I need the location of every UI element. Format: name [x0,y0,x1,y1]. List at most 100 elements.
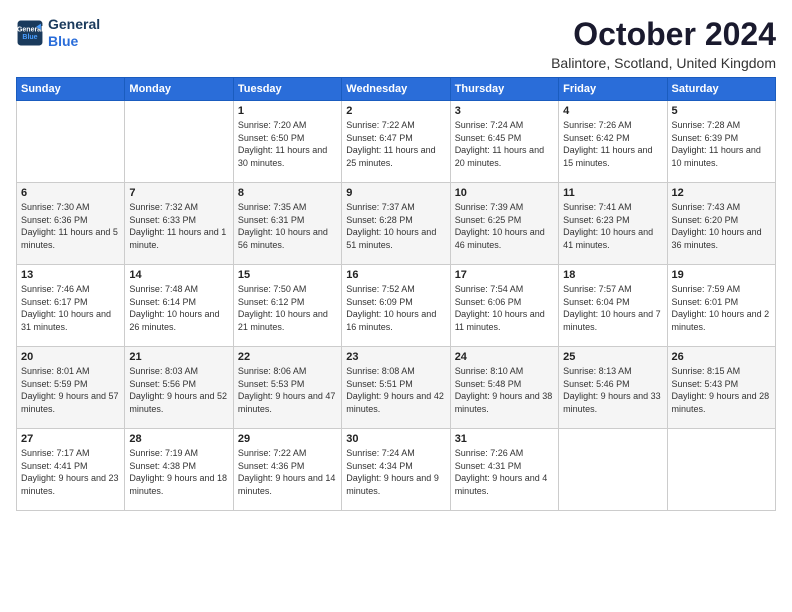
cell-content: Sunrise: 7:41 AMSunset: 6:23 PMDaylight:… [563,202,653,250]
table-row: 25 Sunrise: 8:13 AMSunset: 5:46 PMDayligh… [559,347,667,429]
cell-content: Sunrise: 7:26 AMSunset: 4:31 PMDaylight:… [455,448,548,496]
day-number: 22 [238,351,337,363]
cell-content: Sunrise: 8:01 AMSunset: 5:59 PMDaylight:… [21,366,119,414]
cell-content: Sunrise: 7:46 AMSunset: 6:17 PMDaylight:… [21,284,111,332]
cell-content: Sunrise: 7:22 AMSunset: 4:36 PMDaylight:… [238,448,336,496]
day-number: 21 [129,351,228,363]
cell-content: Sunrise: 7:59 AMSunset: 6:01 PMDaylight:… [672,284,770,332]
day-number: 27 [21,433,120,445]
table-row: 3 Sunrise: 7:24 AMSunset: 6:45 PMDaylight… [450,101,558,183]
col-wednesday: Wednesday [342,78,450,101]
day-number: 9 [346,187,445,199]
col-monday: Monday [125,78,233,101]
header: General Blue General Blue October 2024 B… [16,16,776,71]
day-number: 26 [672,351,771,363]
cell-content: Sunrise: 7:19 AMSunset: 4:38 PMDaylight:… [129,448,227,496]
svg-text:Blue: Blue [22,34,37,41]
day-number: 29 [238,433,337,445]
day-number: 5 [672,105,771,117]
day-number: 10 [455,187,554,199]
cell-content: Sunrise: 7:52 AMSunset: 6:09 PMDaylight:… [346,284,436,332]
table-row: 8Sunrise: 7:35 AMSunset: 6:31 PMDaylight… [233,183,341,265]
table-row: 27 Sunrise: 7:17 AMSunset: 4:41 PMDayligh… [17,429,125,511]
day-number: 7 [129,187,228,199]
table-row: 10 Sunrise: 7:39 AMSunset: 6:25 PMDayligh… [450,183,558,265]
table-row: 28 Sunrise: 7:19 AMSunset: 4:38 PMDayligh… [125,429,233,511]
day-number: 8 [238,187,337,199]
table-row: 6Sunrise: 7:30 AMSunset: 6:36 PMDaylight… [17,183,125,265]
table-row [559,429,667,511]
day-number: 30 [346,433,445,445]
table-row: 13 Sunrise: 7:46 AMSunset: 6:17 PMDayligh… [17,265,125,347]
day-number: 13 [21,269,120,281]
day-number: 14 [129,269,228,281]
day-number: 25 [563,351,662,363]
table-row: 12 Sunrise: 7:43 AMSunset: 6:20 PMDayligh… [667,183,775,265]
table-row: 1Sunrise: 7:20 AMSunset: 6:50 PMDaylight… [233,101,341,183]
day-number: 20 [21,351,120,363]
table-row: 20 Sunrise: 8:01 AMSunset: 5:59 PMDayligh… [17,347,125,429]
day-number: 15 [238,269,337,281]
table-row: 23Sunrise: 8:08 AMSunset: 5:51 PMDayligh… [342,347,450,429]
logo-icon: General Blue [16,19,44,47]
day-number: 16 [346,269,445,281]
cell-content: Sunrise: 7:48 AMSunset: 6:14 PMDaylight:… [129,284,219,332]
location-title: Balintore, Scotland, United Kingdom [551,55,776,71]
table-row: 14 Sunrise: 7:48 AMSunset: 6:14 PMDayligh… [125,265,233,347]
col-tuesday: Tuesday [233,78,341,101]
day-number: 28 [129,433,228,445]
table-row: 17 Sunrise: 7:54 AMSunset: 6:06 PMDayligh… [450,265,558,347]
day-number: 1 [238,105,337,117]
day-number: 12 [672,187,771,199]
col-friday: Friday [559,78,667,101]
table-row: 22Sunrise: 8:06 AMSunset: 5:53 PMDayligh… [233,347,341,429]
cell-content: Sunrise: 7:54 AMSunset: 6:06 PMDaylight:… [455,284,545,332]
day-number: 24 [455,351,554,363]
cell-content: Sunrise: 7:17 AMSunset: 4:41 PMDaylight:… [21,448,119,496]
table-row: 4 Sunrise: 7:26 AMSunset: 6:42 PMDaylight… [559,101,667,183]
title-block: October 2024 Balintore, Scotland, United… [551,16,776,71]
cell-content: Sunrise: 7:43 AMSunset: 6:20 PMDaylight:… [672,202,762,250]
table-row: 16 Sunrise: 7:52 AMSunset: 6:09 PMDayligh… [342,265,450,347]
table-row: 19 Sunrise: 7:59 AMSunset: 6:01 PMDayligh… [667,265,775,347]
table-row: 9Sunrise: 7:37 AMSunset: 6:28 PMDaylight… [342,183,450,265]
cell-content: Sunrise: 7:22 AMSunset: 6:47 PMDaylight:… [346,120,435,168]
day-number: 4 [563,105,662,117]
day-number: 6 [21,187,120,199]
cell-content: Sunrise: 7:39 AMSunset: 6:25 PMDaylight:… [455,202,545,250]
day-number: 3 [455,105,554,117]
cell-content: Sunrise: 7:50 AMSunset: 6:12 PMDaylight:… [238,284,328,332]
logo-text-general: General [48,16,100,33]
col-saturday: Saturday [667,78,775,101]
table-row: 11 Sunrise: 7:41 AMSunset: 6:23 PMDayligh… [559,183,667,265]
col-thursday: Thursday [450,78,558,101]
calendar-table: Sunday Monday Tuesday Wednesday Thursday… [16,77,776,511]
day-number: 19 [672,269,771,281]
table-row [125,101,233,183]
page: General Blue General Blue October 2024 B… [0,0,792,521]
cell-content: Sunrise: 8:15 AMSunset: 5:43 PMDaylight:… [672,366,770,414]
table-row: 24 Sunrise: 8:10 AMSunset: 5:48 PMDayligh… [450,347,558,429]
logo-text-blue: Blue [48,33,100,50]
cell-content: Sunrise: 7:24 AMSunset: 4:34 PMDaylight:… [346,448,439,496]
logo: General Blue General Blue [16,16,100,50]
table-row: 7 Sunrise: 7:32 AMSunset: 6:33 PMDaylight… [125,183,233,265]
table-row: 31Sunrise: 7:26 AMSunset: 4:31 PMDayligh… [450,429,558,511]
cell-content: Sunrise: 7:32 AMSunset: 6:33 PMDaylight:… [129,202,226,250]
cell-content: Sunrise: 7:26 AMSunset: 6:42 PMDaylight:… [563,120,652,168]
cell-content: Sunrise: 7:24 AMSunset: 6:45 PMDaylight:… [455,120,544,168]
table-row: 18 Sunrise: 7:57 AMSunset: 6:04 PMDayligh… [559,265,667,347]
table-row [17,101,125,183]
table-row: 15 Sunrise: 7:50 AMSunset: 6:12 PMDayligh… [233,265,341,347]
month-title: October 2024 [551,16,776,53]
day-number: 2 [346,105,445,117]
table-row: 21 Sunrise: 8:03 AMSunset: 5:56 PMDayligh… [125,347,233,429]
cell-content: Sunrise: 8:03 AMSunset: 5:56 PMDaylight:… [129,366,227,414]
table-row: 29 Sunrise: 7:22 AMSunset: 4:36 PMDayligh… [233,429,341,511]
day-number: 18 [563,269,662,281]
day-number: 17 [455,269,554,281]
cell-content: Sunrise: 7:57 AMSunset: 6:04 PMDaylight:… [563,284,661,332]
cell-content: Sunrise: 8:10 AMSunset: 5:48 PMDaylight:… [455,366,553,414]
day-number: 11 [563,187,662,199]
cell-content: Sunrise: 8:13 AMSunset: 5:46 PMDaylight:… [563,366,661,414]
